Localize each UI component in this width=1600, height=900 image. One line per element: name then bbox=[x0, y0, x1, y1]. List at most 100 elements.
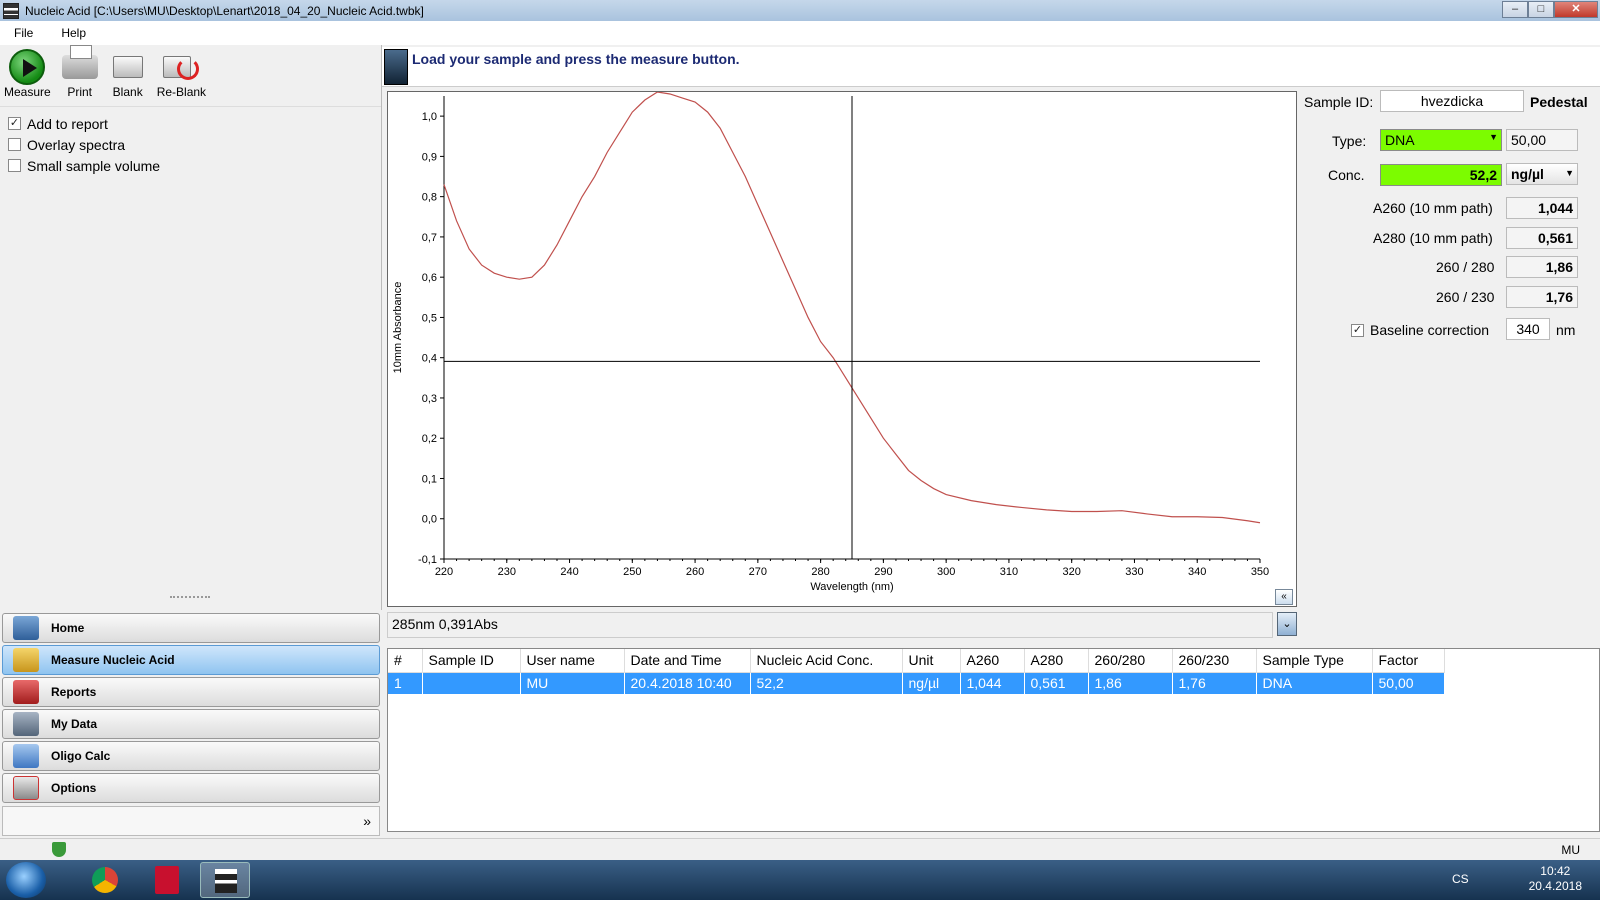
menu-bar: File Help bbox=[0, 21, 1600, 45]
splitter-grip[interactable] bbox=[170, 596, 210, 600]
print-label: Print bbox=[67, 85, 93, 99]
clock[interactable]: 10:42 20.4.2018 bbox=[1529, 864, 1582, 894]
column-header[interactable]: Unit bbox=[902, 649, 961, 673]
x-tick-label: 290 bbox=[874, 566, 892, 578]
x-tick-label: 310 bbox=[1000, 566, 1018, 578]
overlay-spectra-checkbox[interactable]: Overlay spectra bbox=[8, 134, 373, 155]
y-tick-label: 0,9 bbox=[422, 151, 437, 163]
a280-value: 0,561 bbox=[1506, 227, 1578, 249]
spectrum-chart[interactable]: 220 230 240 250 260 270 280 290 300 310 320 330 340 3… bbox=[387, 91, 1297, 607]
x-tick-label: 350 bbox=[1251, 566, 1269, 578]
table-header-row: # Sample ID User name Date and Time Nucleic … bbox=[388, 649, 1445, 673]
blank-label: Blank bbox=[112, 85, 143, 99]
column-header[interactable]: # bbox=[388, 649, 423, 673]
x-tick-label: 280 bbox=[811, 566, 829, 578]
factor-field[interactable]: 50,00 bbox=[1506, 129, 1578, 151]
y-tick-label: 0,0 bbox=[422, 514, 437, 526]
x-tick-label: 340 bbox=[1188, 566, 1206, 578]
nav-my-data-label: My Data bbox=[51, 717, 98, 731]
reports-icon bbox=[13, 680, 39, 704]
ratio-260-280-label: 260 / 280 bbox=[1436, 259, 1495, 275]
column-header[interactable]: Factor bbox=[1372, 649, 1445, 673]
results-table: # Sample ID User name Date and Time Nucleic … bbox=[388, 649, 1445, 694]
add-to-report-checkbox[interactable]: ✓ Add to report bbox=[8, 113, 373, 134]
y-tick-label: 1,0 bbox=[422, 111, 437, 123]
results-table-area: # Sample ID User name Date and Time Nucleic … bbox=[387, 648, 1600, 832]
start-button[interactable] bbox=[6, 862, 46, 898]
instruction-text: Load your sample and press the measure b… bbox=[412, 51, 740, 67]
menu-file[interactable]: File bbox=[0, 26, 47, 40]
column-header[interactable]: Sample Type bbox=[1256, 649, 1373, 673]
column-header[interactable]: Nucleic Acid Conc. bbox=[750, 649, 903, 673]
y-tick-label: 0,4 bbox=[422, 353, 437, 365]
sample-panel: Sample ID: Pedestal Type: DNA ▼ 50,00 Co… bbox=[1300, 89, 1600, 649]
column-header[interactable]: User name bbox=[520, 649, 625, 673]
measure-button[interactable]: Measure bbox=[4, 49, 51, 106]
nav-reports[interactable]: Reports bbox=[2, 677, 380, 707]
reblank-button[interactable]: Re-Blank bbox=[157, 49, 206, 106]
options-icon bbox=[13, 776, 39, 800]
print-button[interactable]: Print bbox=[61, 45, 99, 106]
small-sample-volume-checkbox[interactable]: Small sample volume bbox=[8, 155, 373, 176]
column-header[interactable]: 260/280 bbox=[1088, 649, 1173, 673]
a260-value: 1,044 bbox=[1506, 197, 1578, 219]
instruction-bar: Load your sample and press the measure b… bbox=[382, 47, 1600, 87]
column-header[interactable]: 260/230 bbox=[1172, 649, 1257, 673]
spectrum-chart-svg: 220 230 240 250 260 270 280 290 300 310 320 330 340 3… bbox=[392, 92, 1269, 593]
expand-chevron-icon[interactable]: » bbox=[363, 813, 371, 829]
nav-home[interactable]: Home bbox=[2, 613, 380, 643]
x-tick-label: 270 bbox=[749, 566, 767, 578]
table-cell: 1,044 bbox=[960, 672, 1025, 694]
expand-down-icon[interactable]: ⌄ bbox=[1277, 612, 1297, 636]
table-row[interactable]: 1 MU 20.4.2018 10:40 52,2 ng/µl 1,044 0,561 1,8… bbox=[388, 672, 1445, 694]
nav-footer: » bbox=[2, 806, 380, 836]
close-button[interactable]: ✕ bbox=[1554, 1, 1598, 18]
chart-collapse-icon[interactable]: « bbox=[1275, 589, 1293, 605]
nav-options[interactable]: Options bbox=[2, 773, 380, 803]
clock-date: 20.4.2018 bbox=[1528, 879, 1582, 893]
sample-id-input[interactable] bbox=[1380, 90, 1524, 112]
nav-measure-label: Measure Nucleic Acid bbox=[51, 653, 175, 667]
nanodrop-app-icon[interactable] bbox=[200, 862, 250, 898]
y-tick-label: 0,8 bbox=[422, 192, 437, 204]
a280-label: A280 (10 mm path) bbox=[1373, 230, 1493, 246]
nav-my-data[interactable]: My Data bbox=[2, 709, 380, 739]
table-cell: DNA bbox=[1256, 672, 1373, 694]
minimize-button[interactable]: – bbox=[1502, 1, 1528, 18]
checkbox-icon bbox=[8, 138, 21, 151]
unit-dropdown[interactable]: ng/µl ▼ bbox=[1506, 163, 1578, 185]
chrome-icon[interactable] bbox=[80, 862, 130, 898]
y-tick-label: 0,5 bbox=[422, 312, 437, 324]
menu-help[interactable]: Help bbox=[47, 26, 100, 40]
type-dropdown[interactable]: DNA ▼ bbox=[1380, 129, 1502, 151]
maximize-button[interactable]: □ bbox=[1528, 1, 1554, 18]
baseline-input[interactable]: 340 bbox=[1506, 318, 1550, 340]
nav-options-label: Options bbox=[51, 781, 97, 795]
conc-label: Conc. bbox=[1328, 167, 1365, 183]
language-indicator[interactable]: CS bbox=[1452, 872, 1469, 886]
table-cell: 0,561 bbox=[1024, 672, 1089, 694]
left-panel: Measure Print Blank Re-Blank ✓ Add to re… bbox=[0, 45, 382, 610]
column-header[interactable]: A280 bbox=[1024, 649, 1089, 673]
nav-home-label: Home bbox=[51, 621, 85, 635]
nav-measure-nucleic-acid[interactable]: Measure Nucleic Acid bbox=[2, 645, 380, 675]
blank-button[interactable]: Blank bbox=[109, 49, 147, 106]
column-header[interactable]: A260 bbox=[960, 649, 1025, 673]
x-tick-label: 220 bbox=[435, 566, 453, 578]
y-tick-label: 0,7 bbox=[422, 232, 437, 244]
measure-label: Measure bbox=[4, 85, 51, 99]
reblank-icon bbox=[163, 56, 200, 80]
pdf-reader-icon[interactable] bbox=[142, 862, 192, 898]
conc-value: 52,2 bbox=[1380, 164, 1502, 186]
column-header[interactable]: Sample ID bbox=[422, 649, 521, 673]
y-tick-label: 0,6 bbox=[422, 272, 437, 284]
x-axis-label: Wavelength (nm) bbox=[810, 581, 893, 593]
table-cell: 52,2 bbox=[750, 672, 903, 694]
title-bar: Nucleic Acid [C:\Users\MU\Desktop\Lenart… bbox=[0, 0, 1600, 21]
window-title: Nucleic Acid [C:\Users\MU\Desktop\Lenart… bbox=[25, 3, 424, 18]
my-data-icon bbox=[13, 712, 39, 736]
column-header[interactable]: Date and Time bbox=[624, 649, 751, 673]
nav-oligo-calc[interactable]: Oligo Calc bbox=[2, 741, 380, 771]
baseline-checkbox[interactable]: ✓ bbox=[1351, 324, 1364, 337]
table-cell: 1 bbox=[388, 672, 423, 694]
